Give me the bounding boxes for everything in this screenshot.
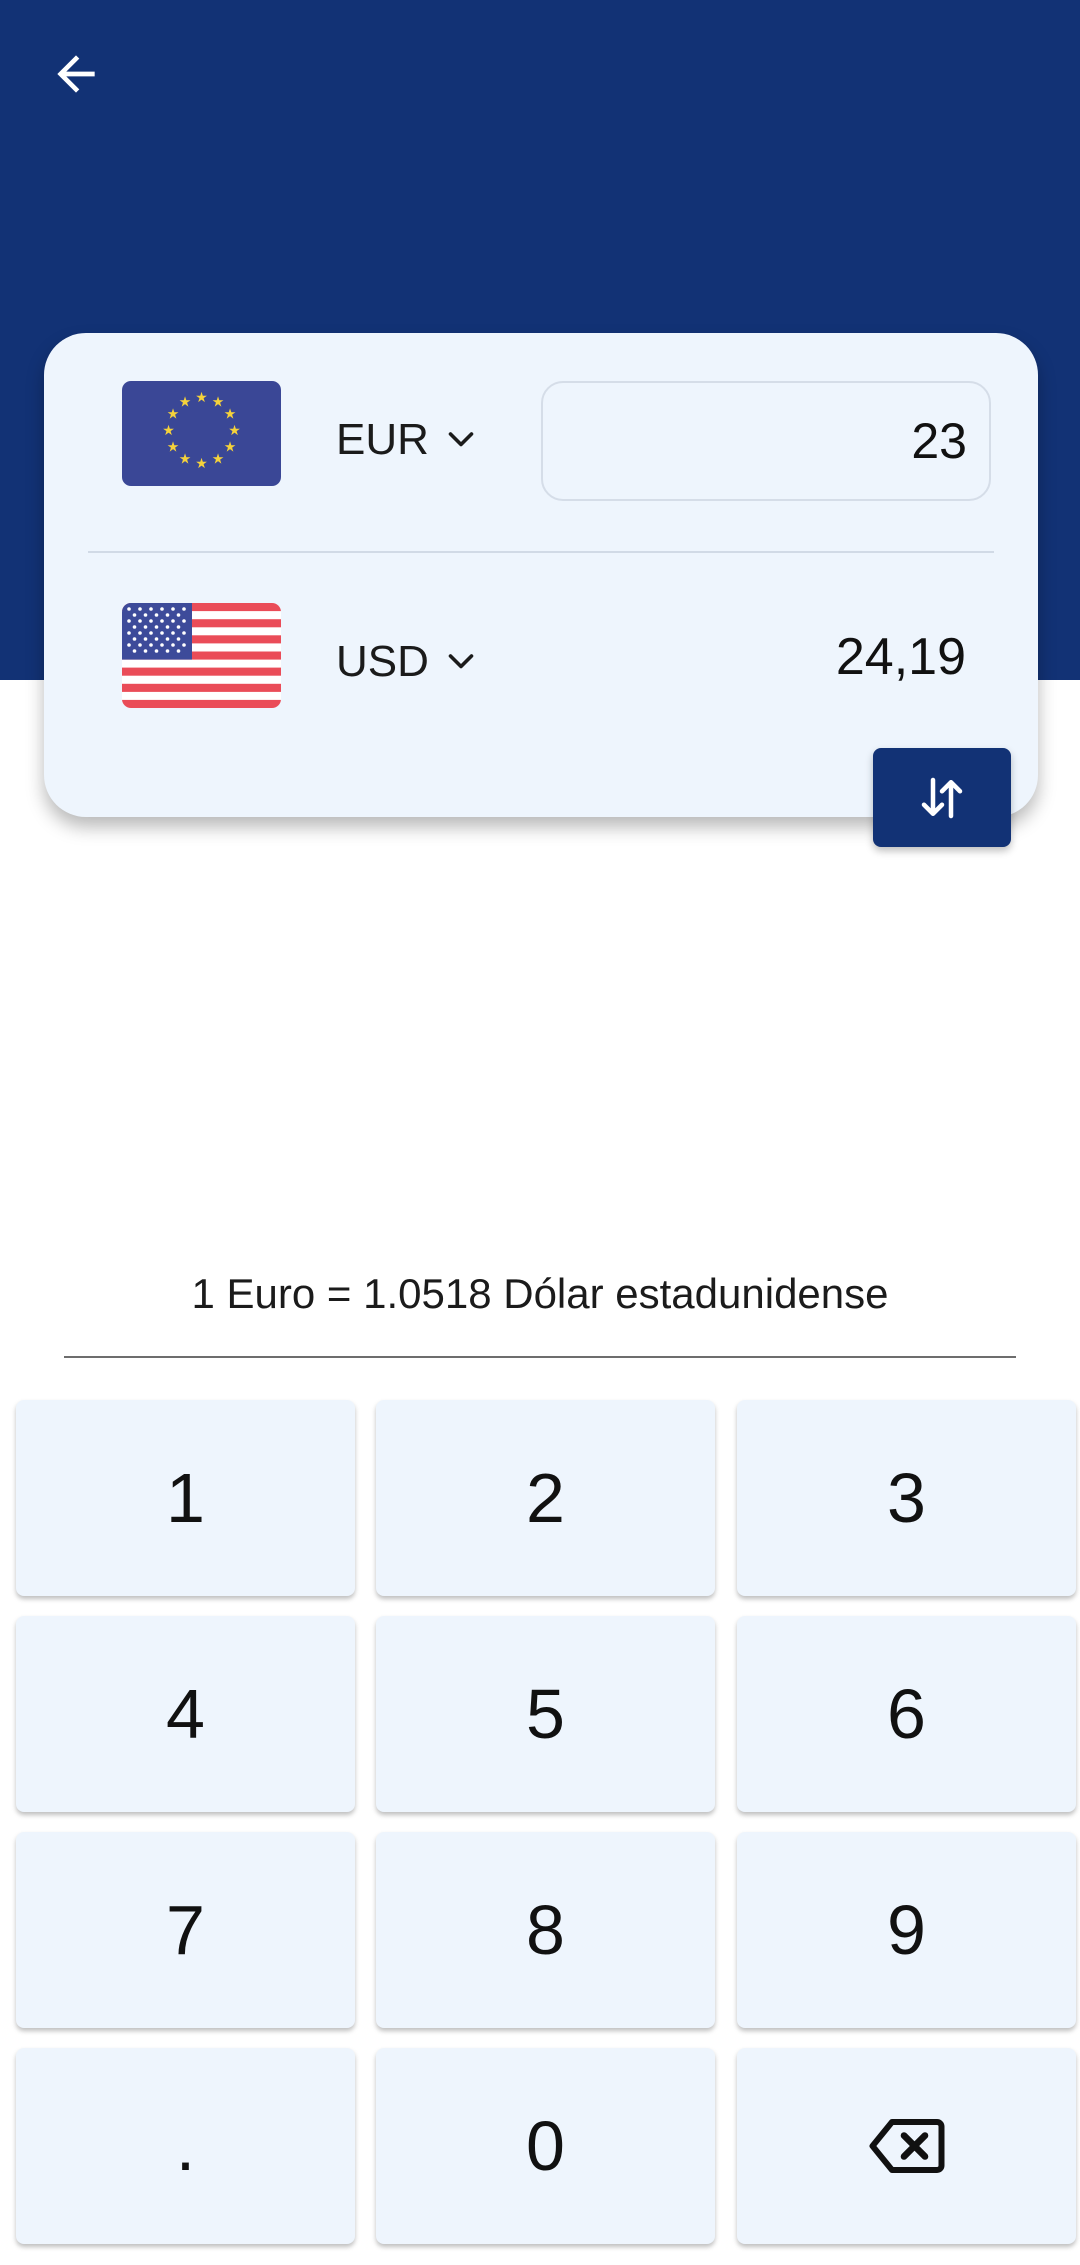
- key-6[interactable]: 6: [737, 1616, 1076, 1812]
- eu-flag-icon: ★ ★ ★ ★ ★ ★ ★ ★ ★ ★ ★ ★: [122, 381, 281, 486]
- amount-input[interactable]: 23: [541, 381, 991, 501]
- svg-text:★: ★: [167, 440, 180, 456]
- back-button[interactable]: [44, 42, 108, 106]
- svg-text:★: ★: [195, 390, 208, 406]
- chevron-down-icon: [448, 432, 474, 447]
- amount-value: 23: [911, 413, 967, 469]
- converter-card: ★ ★ ★ ★ ★ ★ ★ ★ ★ ★ ★ ★ EUR 23 USD 24,19: [44, 333, 1038, 817]
- key-7[interactable]: 7: [16, 1832, 355, 2028]
- svg-text:★: ★: [162, 423, 175, 439]
- svg-text:★: ★: [167, 407, 180, 423]
- us-flag-icon: [122, 603, 281, 708]
- key-decimal[interactable]: .: [16, 2048, 355, 2244]
- svg-text:★: ★: [212, 395, 225, 411]
- key-2[interactable]: 2: [376, 1400, 715, 1596]
- key-5[interactable]: 5: [376, 1616, 715, 1812]
- divider: [88, 551, 994, 553]
- from-currency-selector[interactable]: EUR: [336, 415, 479, 465]
- backspace-icon: [869, 2119, 944, 2173]
- svg-text:★: ★: [228, 423, 241, 439]
- key-1[interactable]: 1: [16, 1400, 355, 1596]
- arrow-left-icon: [57, 55, 95, 93]
- svg-text:★: ★: [212, 452, 225, 468]
- key-3[interactable]: 3: [737, 1400, 1076, 1596]
- to-currency-code: USD: [336, 637, 429, 686]
- key-8[interactable]: 8: [376, 1832, 715, 2028]
- from-currency-code: EUR: [336, 415, 429, 464]
- numeric-keypad: 1 2 3 4 5 6 7 8 9 . 0: [16, 1400, 1076, 2250]
- chevron-down-icon: [448, 654, 474, 669]
- rate-divider: [64, 1356, 1016, 1358]
- swap-vertical-icon: [921, 777, 963, 818]
- svg-text:★: ★: [224, 407, 237, 423]
- key-0[interactable]: 0: [376, 2048, 715, 2244]
- exchange-rate-text: 1 Euro = 1.0518 Dólar estadunidense: [191, 1270, 889, 1317]
- key-9[interactable]: 9: [737, 1832, 1076, 2028]
- svg-text:★: ★: [179, 452, 192, 468]
- to-currency-selector[interactable]: USD: [336, 637, 479, 687]
- backspace-key[interactable]: [737, 2048, 1076, 2244]
- swap-currencies-button[interactable]: [873, 748, 1011, 847]
- svg-text:★: ★: [195, 456, 208, 472]
- converted-amount: 24,19: [835, 628, 966, 686]
- svg-text:★: ★: [179, 395, 192, 411]
- svg-text:★: ★: [224, 440, 237, 456]
- key-4[interactable]: 4: [16, 1616, 355, 1812]
